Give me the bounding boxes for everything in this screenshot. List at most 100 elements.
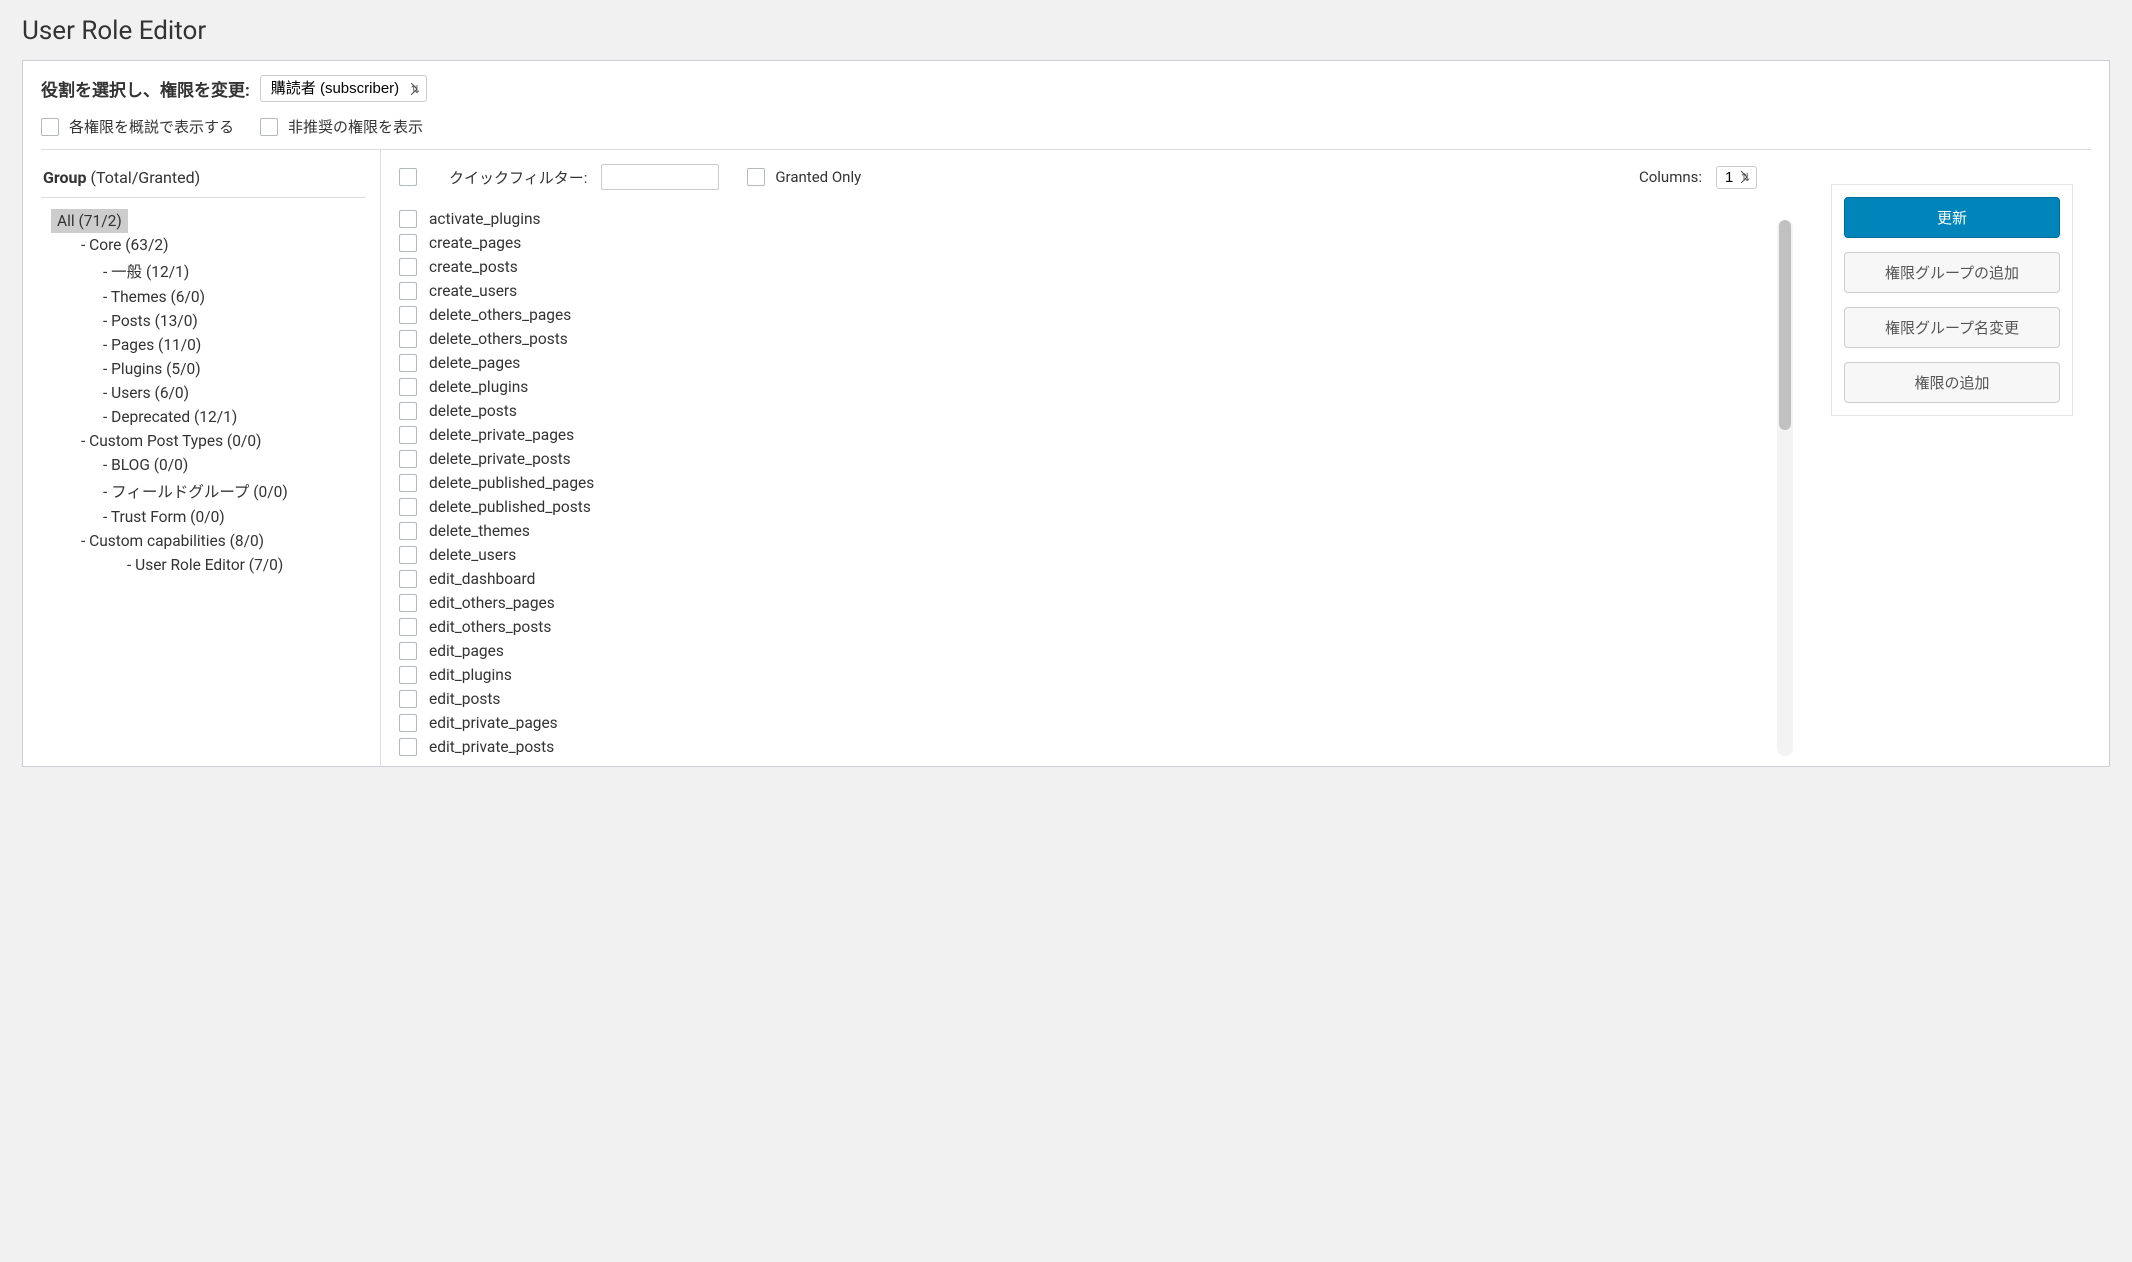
capability-checkbox[interactable] [399, 402, 417, 420]
role-select[interactable]: 購読者 (subscriber) [260, 75, 427, 102]
add-capability-button[interactable]: 権限の追加 [1844, 362, 2060, 403]
capability-checkbox[interactable] [399, 354, 417, 372]
rename-group-button[interactable]: 権限グループ名変更 [1844, 307, 2060, 348]
group-tree-item[interactable]: User Role Editor (7/0) [121, 553, 289, 577]
capability-checkbox[interactable] [399, 546, 417, 564]
capability-label: delete_themes [429, 522, 530, 540]
capability-checkbox[interactable] [399, 666, 417, 684]
capability-row: edit_pages [399, 642, 1757, 660]
capability-label: create_users [429, 282, 517, 300]
capability-checkbox[interactable] [399, 690, 417, 708]
capability-checkbox[interactable] [399, 618, 417, 636]
capability-row: activate_plugins [399, 210, 1757, 228]
group-tree-item[interactable]: 一般 (12/1) [97, 260, 195, 284]
capability-checkbox[interactable] [399, 498, 417, 516]
capability-checkbox[interactable] [399, 426, 417, 444]
group-tree-item[interactable]: Custom Post Types (0/0) [75, 429, 267, 453]
capability-label: delete_others_pages [429, 306, 571, 324]
capability-row: delete_posts [399, 402, 1757, 420]
capability-row: edit_plugins [399, 666, 1757, 684]
capability-row: delete_published_pages [399, 474, 1757, 492]
role-select-label: 役割を選択し、権限を変更: [41, 76, 250, 101]
capability-label: edit_private_pages [429, 714, 558, 732]
capability-label: edit_dashboard [429, 570, 535, 588]
capability-row: edit_private_posts [399, 738, 1757, 756]
capability-row: delete_themes [399, 522, 1757, 540]
select-all-checkbox[interactable] [399, 168, 417, 186]
capability-label: edit_pages [429, 642, 504, 660]
capability-checkbox[interactable] [399, 738, 417, 756]
capability-checkbox[interactable] [399, 378, 417, 396]
capability-label: delete_posts [429, 402, 517, 420]
capability-checkbox[interactable] [399, 258, 417, 276]
group-tree-item[interactable]: BLOG (0/0) [97, 453, 194, 477]
capability-label: edit_plugins [429, 666, 512, 684]
group-header: Group (Total/Granted) [41, 168, 366, 187]
columns-label: Columns: [1639, 168, 1702, 186]
capability-row: edit_others_pages [399, 594, 1757, 612]
settings-panel: 役割を選択し、権限を変更: 購読者 (subscriber) 各権限を概説で表示… [22, 60, 2110, 767]
show-desc-label: 各権限を概説で表示する [69, 116, 234, 137]
capability-row: delete_published_posts [399, 498, 1757, 516]
show-deprecated-label: 非推奨の権限を表示 [288, 116, 423, 137]
capability-checkbox[interactable] [399, 570, 417, 588]
capability-label: edit_others_pages [429, 594, 555, 612]
capability-label: delete_private_posts [429, 450, 571, 468]
capability-label: edit_posts [429, 690, 500, 708]
granted-only-label: Granted Only [775, 168, 861, 186]
capability-label: delete_others_posts [429, 330, 568, 348]
quick-filter-label: クイックフィルター: [449, 167, 587, 188]
capability-row: create_users [399, 282, 1757, 300]
capability-label: delete_pages [429, 354, 520, 372]
columns-select[interactable]: 1 [1716, 166, 1757, 189]
capability-checkbox[interactable] [399, 234, 417, 252]
capability-label: create_pages [429, 234, 521, 252]
show-deprecated-checkbox[interactable] [260, 118, 278, 136]
granted-only-checkbox[interactable] [747, 168, 765, 186]
add-group-button[interactable]: 権限グループの追加 [1844, 252, 2060, 293]
capability-label: delete_private_pages [429, 426, 574, 444]
capability-label: delete_published_posts [429, 498, 591, 516]
capability-checkbox[interactable] [399, 330, 417, 348]
group-tree-item[interactable]: Trust Form (0/0) [97, 505, 231, 529]
capability-row: edit_private_pages [399, 714, 1757, 732]
capability-checkbox[interactable] [399, 594, 417, 612]
group-tree-item[interactable]: All (71/2) [51, 209, 128, 233]
capability-checkbox[interactable] [399, 642, 417, 660]
capability-label: delete_published_pages [429, 474, 594, 492]
group-tree-item[interactable]: Plugins (5/0) [97, 357, 207, 381]
group-tree-item[interactable]: Posts (13/0) [97, 309, 204, 333]
capability-checkbox[interactable] [399, 306, 417, 324]
group-tree-item[interactable]: Themes (6/0) [97, 285, 211, 309]
capability-row: edit_dashboard [399, 570, 1757, 588]
capability-checkbox[interactable] [399, 450, 417, 468]
group-tree-item[interactable]: Pages (11/0) [97, 333, 207, 357]
capability-row: delete_others_posts [399, 330, 1757, 348]
scrollbar-track[interactable] [1777, 220, 1793, 756]
group-tree: All (71/2)Core (63/2) 一般 (12/1)Themes (6/… [41, 212, 366, 574]
capability-checkbox[interactable] [399, 474, 417, 492]
capability-checkbox[interactable] [399, 282, 417, 300]
capability-row: edit_posts [399, 690, 1757, 708]
group-tree-item[interactable]: Custom capabilities (8/0) [75, 529, 270, 553]
group-tree-item[interactable]: Core (63/2) [75, 233, 174, 257]
capability-checkbox[interactable] [399, 210, 417, 228]
capability-checkbox[interactable] [399, 522, 417, 540]
capability-row: create_pages [399, 234, 1757, 252]
group-tree-item[interactable]: Users (6/0) [97, 381, 195, 405]
capability-row: delete_plugins [399, 378, 1757, 396]
capability-checkbox[interactable] [399, 714, 417, 732]
update-button[interactable]: 更新 [1844, 197, 2060, 238]
quick-filter-input[interactable] [601, 164, 719, 190]
group-sidebar: Group (Total/Granted) All (71/2)Core (63… [41, 150, 381, 766]
scrollbar-thumb[interactable] [1779, 220, 1791, 430]
capability-row: delete_users [399, 546, 1757, 564]
capability-label: edit_private_posts [429, 738, 554, 756]
capability-row: delete_pages [399, 354, 1757, 372]
show-desc-checkbox[interactable] [41, 118, 59, 136]
capability-label: delete_plugins [429, 378, 528, 396]
group-tree-item[interactable]: フィールドグループ (0/0) [97, 480, 294, 504]
group-tree-item[interactable]: Deprecated (12/1) [97, 405, 243, 429]
capability-row: delete_others_pages [399, 306, 1757, 324]
capability-row: delete_private_pages [399, 426, 1757, 444]
